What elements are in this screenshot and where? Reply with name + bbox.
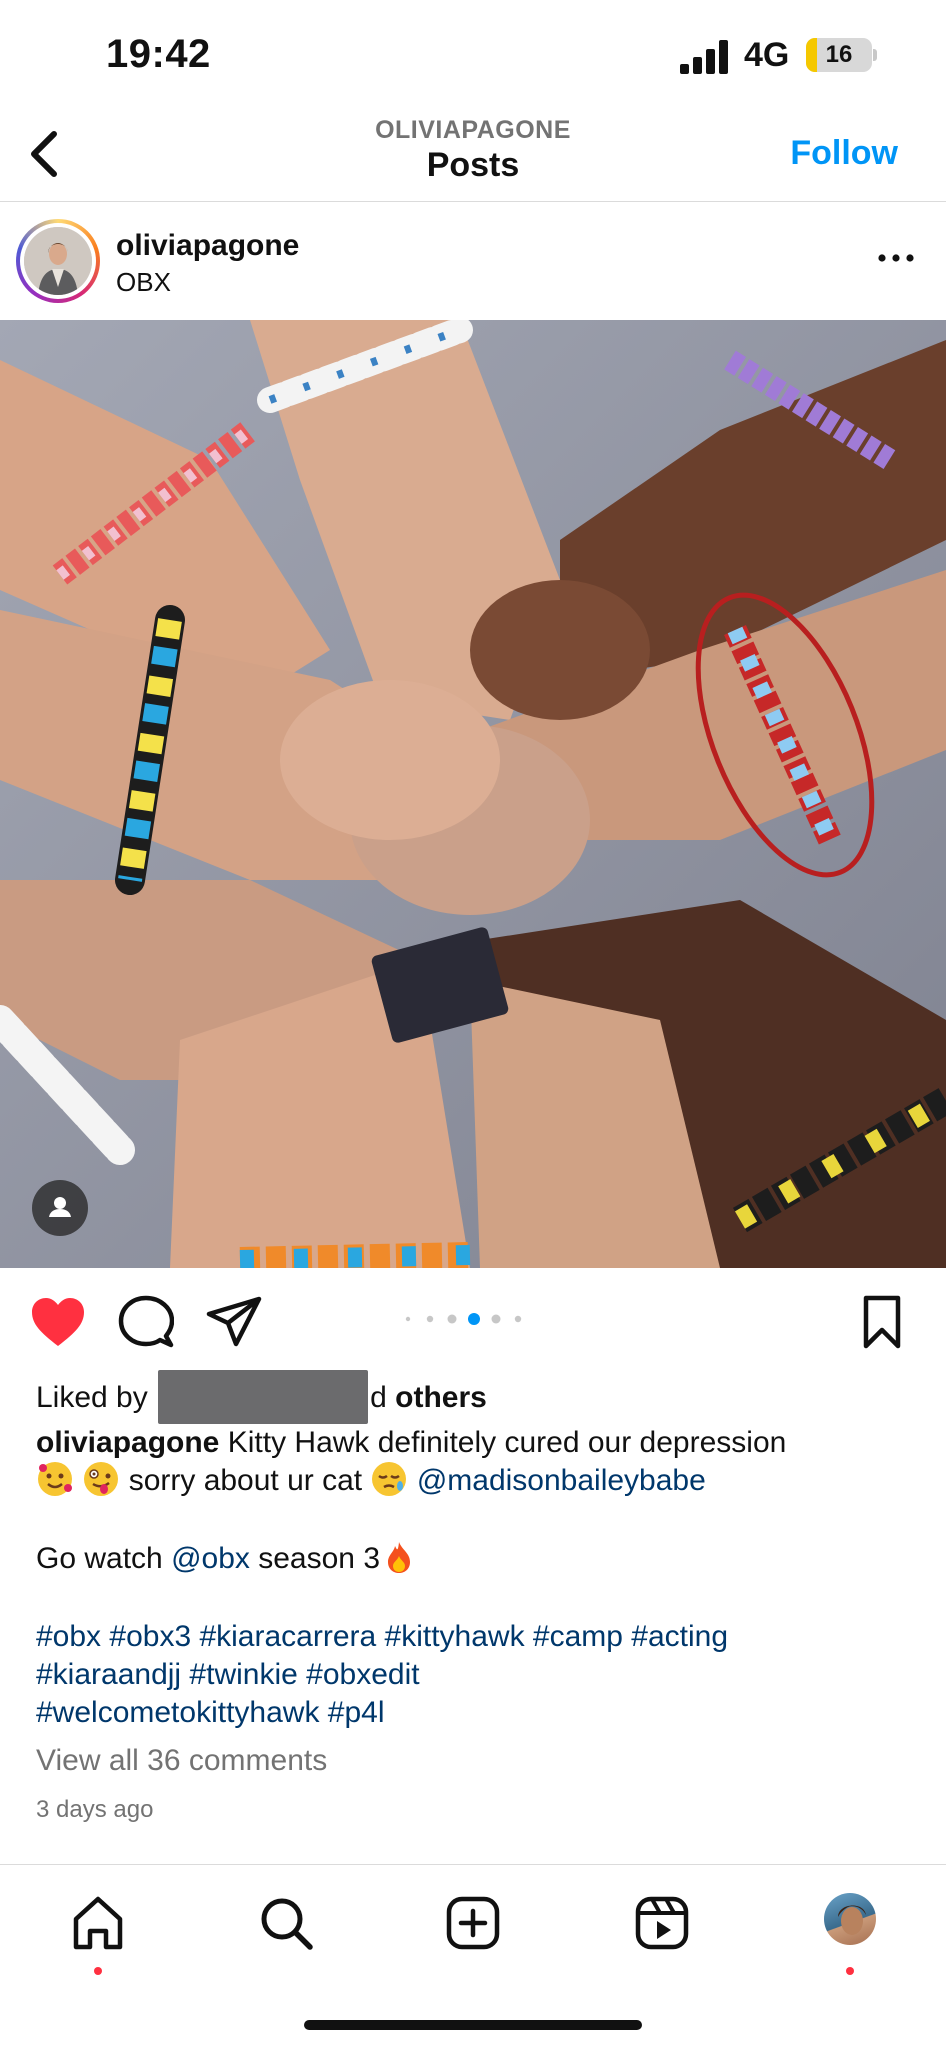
bracelets-photo bbox=[0, 320, 946, 1268]
home-notification-dot bbox=[94, 1967, 102, 1975]
carousel-dot-active bbox=[468, 1313, 480, 1325]
post-actions bbox=[0, 1268, 946, 1368]
battery-tip bbox=[873, 49, 877, 61]
post-timestamp: 3 days ago bbox=[36, 1796, 154, 1823]
post-location[interactable]: OBX bbox=[116, 267, 171, 298]
status-time: 19:42 bbox=[106, 32, 211, 76]
carousel-dot bbox=[405, 1316, 411, 1322]
bookmark-icon[interactable] bbox=[862, 1294, 902, 1350]
story-avatar[interactable] bbox=[16, 219, 100, 303]
network-type: 4G bbox=[744, 36, 790, 74]
bottom-tab-bar bbox=[0, 1864, 946, 2048]
signal-icon bbox=[680, 40, 728, 74]
battery-icon: 16 bbox=[806, 38, 872, 72]
caption-line-3: Go watch @obx season 3 bbox=[36, 1540, 916, 1578]
likes-prefix: Liked by bbox=[36, 1380, 148, 1414]
hashtags-line-1[interactable]: #obx #obx3 #kiaracarrera #kittyhawk #cam… bbox=[36, 1618, 916, 1656]
search-icon[interactable] bbox=[256, 1893, 316, 1953]
more-icon[interactable] bbox=[876, 243, 916, 273]
comment-icon[interactable] bbox=[118, 1294, 174, 1350]
reels-icon[interactable] bbox=[632, 1893, 692, 1953]
create-icon[interactable] bbox=[443, 1893, 503, 1953]
post-header: oliviapagone OBX bbox=[0, 203, 946, 319]
caption-username[interactable]: oliviapagone bbox=[36, 1426, 219, 1459]
carousel-dot bbox=[447, 1314, 457, 1324]
profile-notification-dot bbox=[846, 1967, 854, 1975]
caption-watch-suffix: season 3 bbox=[258, 1542, 381, 1575]
profile-avatar[interactable] bbox=[824, 1893, 876, 1945]
follow-button[interactable]: Follow bbox=[790, 134, 898, 173]
person-icon bbox=[49, 1197, 71, 1217]
mention-madisonbaileybabe[interactable]: @madisonbaileybabe bbox=[417, 1464, 706, 1497]
likes-suffix: d bbox=[370, 1380, 387, 1414]
carousel-dot bbox=[514, 1315, 522, 1323]
hashtags-line-3[interactable]: #welcometokittyhawk #p4l bbox=[36, 1694, 916, 1732]
hashtags-line-2[interactable]: #kiaraandjj #twinkie #obxedit bbox=[36, 1656, 916, 1694]
fire-emoji bbox=[382, 1540, 416, 1574]
tagged-people-button[interactable] bbox=[32, 1180, 88, 1236]
home-icon[interactable] bbox=[68, 1893, 128, 1953]
posts-header: OLIVIAPAGONE Posts Follow bbox=[0, 110, 946, 202]
post-username[interactable]: oliviapagone bbox=[116, 229, 299, 263]
avatar-photo bbox=[24, 227, 92, 295]
zany-face-emoji bbox=[84, 1462, 119, 1496]
share-icon[interactable] bbox=[206, 1296, 262, 1348]
carousel-dots bbox=[405, 1313, 522, 1325]
redacted-username bbox=[158, 1370, 369, 1424]
carousel-dot bbox=[426, 1315, 434, 1323]
likes-summary[interactable]: Liked by d others bbox=[36, 1370, 487, 1424]
profile-photo bbox=[838, 1905, 866, 1935]
caption-watch-prefix: Go watch bbox=[36, 1542, 163, 1575]
caption-line-1: oliviapagone Kitty Hawk definitely cured… bbox=[36, 1424, 916, 1462]
carousel-dot bbox=[491, 1314, 501, 1324]
post-caption: oliviapagone Kitty Hawk definitely cured… bbox=[36, 1424, 916, 1732]
smiling-face-with-hearts-emoji bbox=[38, 1462, 72, 1496]
likes-others[interactable]: others bbox=[395, 1381, 487, 1414]
avatar bbox=[24, 227, 92, 295]
caption-line-2: sorry about ur cat @madisonbaileybabe bbox=[36, 1462, 916, 1500]
battery-percent: 16 bbox=[825, 41, 853, 68]
heart-icon[interactable] bbox=[30, 1296, 86, 1348]
mention-obx[interactable]: @obx bbox=[171, 1542, 250, 1575]
home-indicator bbox=[304, 2020, 642, 2030]
status-bar: 19:42 4G 16 bbox=[0, 0, 946, 110]
caption-text-2: sorry about ur cat bbox=[128, 1464, 363, 1497]
sleepy-face-emoji bbox=[372, 1462, 407, 1496]
post-photo[interactable] bbox=[0, 320, 946, 1268]
view-all-comments-link[interactable]: View all 36 comments bbox=[36, 1744, 327, 1778]
caption-text-1: Kitty Hawk definitely cured our depressi… bbox=[227, 1426, 787, 1459]
